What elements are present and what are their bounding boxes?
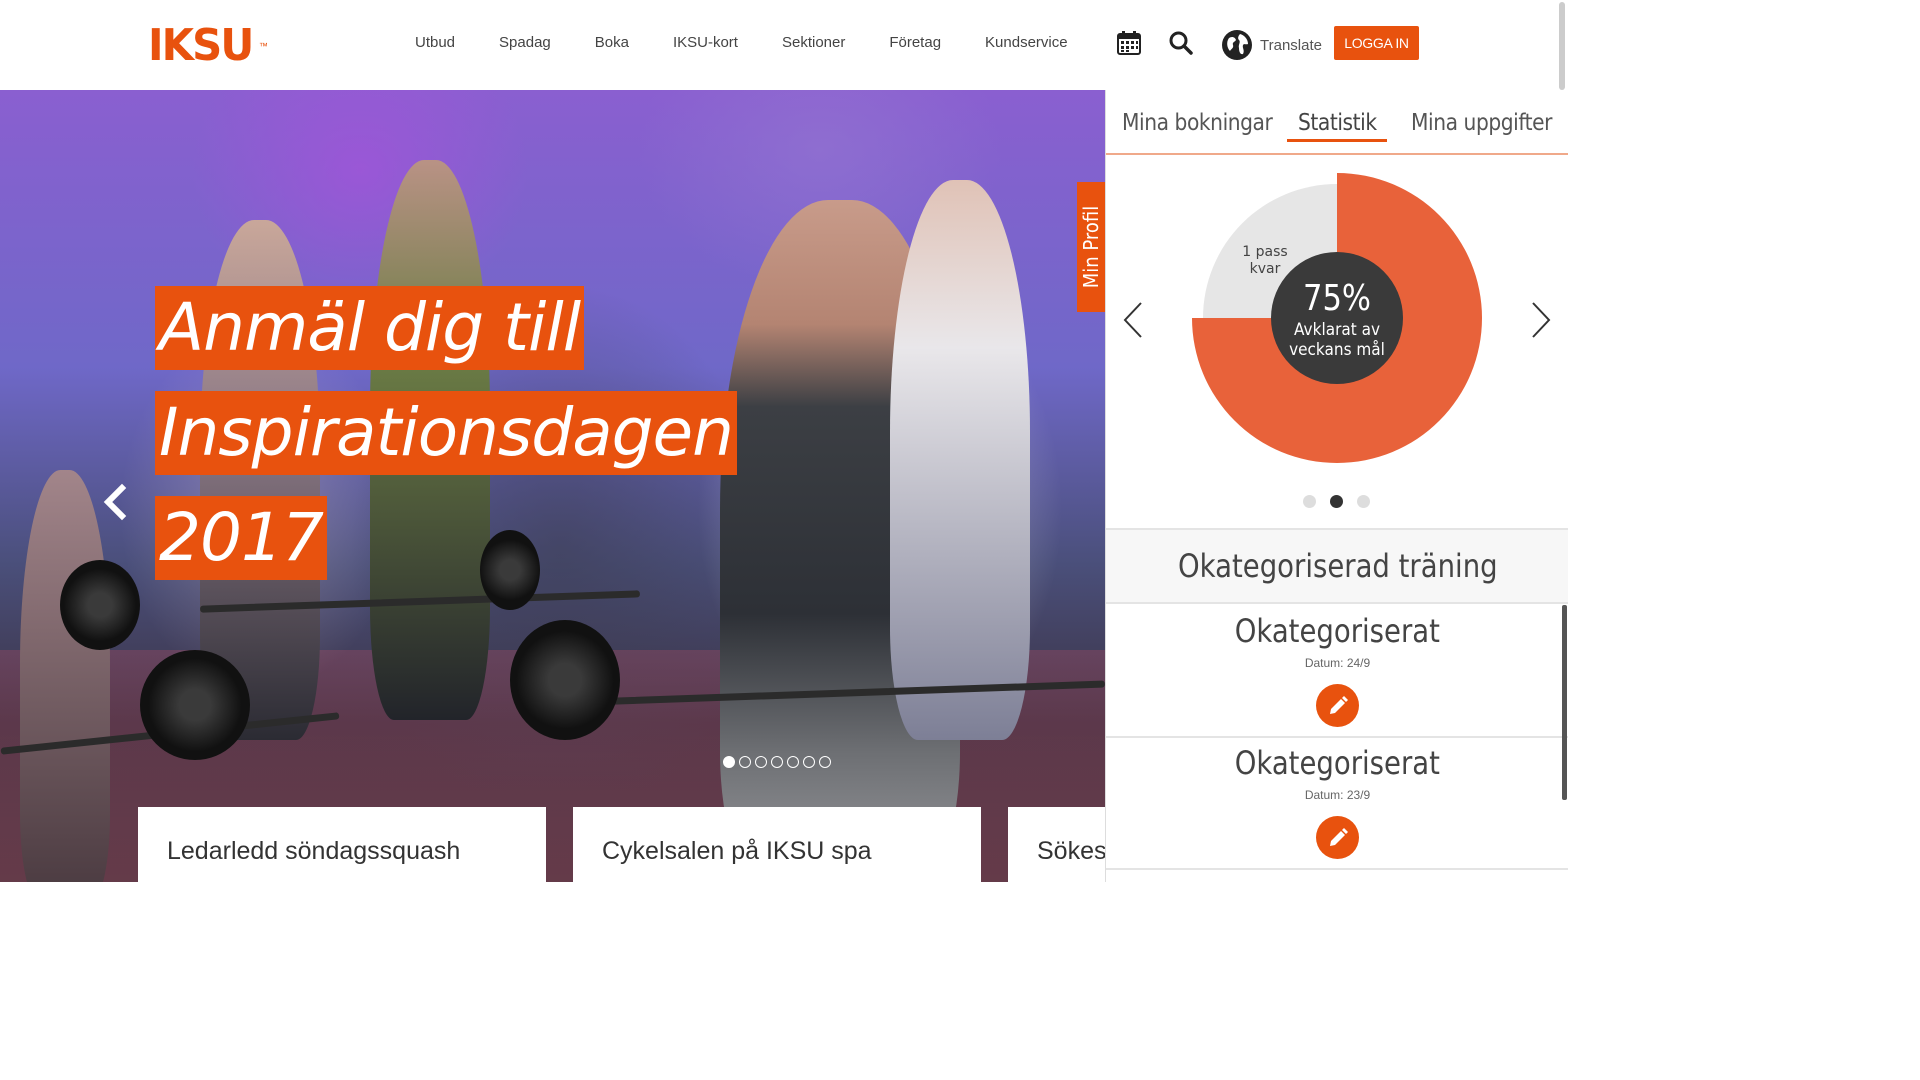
nav-item-utbud[interactable]: Utbud [393,33,477,53]
stat-next-arrow-icon[interactable] [1529,300,1553,340]
calendar-icon[interactable] [1116,30,1142,56]
nav-item-iksu-kort[interactable]: IKSU-kort [651,33,760,53]
hero-pagination-dot[interactable] [739,756,751,768]
stat-pagination [1303,495,1370,508]
scrollbar-thumb[interactable] [1559,2,1565,90]
logo-text: IKSU [148,20,254,71]
profile-panel: Mina bokningar Statistik Mina uppgifter … [1105,90,1568,882]
pencil-icon [1329,695,1348,714]
pencil-icon [1329,827,1348,846]
iksu-logo[interactable]: IKSU ™ [148,20,268,71]
site-header: IKSU ™ Utbud Spadag Boka IKSU-kort Sekti… [0,0,1568,90]
news-card-title: Cykelsalen på IKSU spa [602,837,872,865]
caption-line-2: veckans mål [1289,339,1385,359]
category-title: Okategoriserad träning [1177,547,1498,585]
translate-label: Translate [1260,36,1322,54]
news-card[interactable]: Cykelsalen på IKSU spa [573,807,981,882]
entry-date: Datum: 23/9 [1304,788,1371,802]
tab-statistik[interactable]: Statistik [1298,110,1377,136]
remaining-label-line-1: 1 pass [1242,244,1287,260]
nav-item-foretag[interactable]: Företag [867,33,963,53]
panel-tabs: Mina bokningar Statistik Mina uppgifter [1106,90,1568,155]
panel-scrollbar[interactable] [1562,605,1567,800]
main-nav: Utbud Spadag Boka IKSU-kort Sektioner Fö… [393,33,1090,53]
hero-pagination-dot[interactable] [803,756,815,768]
stat-pagination-dot[interactable] [1357,495,1370,508]
hero-carousel: Anmäl dig till Inspirationsdagen 2017 Mi… [0,90,1105,882]
hero-pagination-dot[interactable] [755,756,767,768]
training-entry: Okategoriserat Datum: 24/9 [1106,606,1568,738]
entry-title: Okategoriserat [1234,744,1441,782]
category-header: Okategoriserad träning [1106,528,1568,604]
remaining-label-line-2: kvar [1250,261,1281,277]
hero-headline-line-1: Anmäl dig till [155,286,585,370]
hero-pagination-dot[interactable] [787,756,799,768]
login-button[interactable]: LOGGA IN [1334,26,1419,60]
hero-pagination [723,756,831,768]
page: IKSU ™ Utbud Spadag Boka IKSU-kort Sekti… [0,0,1568,882]
news-card-title: Ledarledd söndagssquash [167,837,461,865]
entry-title: Okategoriserat [1234,612,1441,650]
tab-mina-uppgifter[interactable]: Mina uppgifter [1411,110,1553,136]
hero-prev-arrow-icon[interactable] [100,482,130,522]
training-entry: Okategoriserat Datum: 23/9 [1106,738,1568,870]
nav-item-kundservice[interactable]: Kundservice [963,33,1090,53]
translate-widget[interactable]: Translate [1221,29,1322,61]
active-tab-indicator [1287,139,1387,142]
stat-pagination-dot[interactable] [1303,495,1316,508]
search-icon[interactable] [1168,30,1194,56]
hero-pagination-dot[interactable] [819,756,831,768]
hero-pagination-dot[interactable] [771,756,783,768]
hero-headline-line-3: 2017 [155,496,327,580]
stat-prev-arrow-icon[interactable] [1121,300,1145,340]
news-card[interactable]: Ledarledd söndagssquash [138,807,546,882]
globe-icon [1222,30,1252,60]
nav-item-spadag[interactable]: Spadag [477,33,573,53]
stat-pagination-dot[interactable] [1330,495,1343,508]
hero-headline-line-2: Inspirationsdagen [155,391,737,475]
percent-label: 75% [1303,277,1371,319]
min-profil-tab[interactable]: Min Profil [1077,182,1105,312]
edit-entry-button[interactable] [1316,816,1359,859]
nav-item-boka[interactable]: Boka [573,33,651,53]
entry-date: Datum: 24/9 [1304,656,1371,670]
edit-entry-button[interactable] [1316,684,1359,727]
weekly-goal-chart: 75% Avklarat av veckans mål 1 pass kvar [1192,173,1482,463]
caption-line-1: Avklarat av [1294,319,1380,339]
page-scrollbar[interactable] [1556,0,1568,100]
nav-item-sektioner[interactable]: Sektioner [760,33,867,53]
news-card-title: Sökes [1037,837,1107,865]
tab-mina-bokningar[interactable]: Mina bokningar [1122,110,1273,136]
hero-pagination-dot[interactable] [723,756,735,768]
